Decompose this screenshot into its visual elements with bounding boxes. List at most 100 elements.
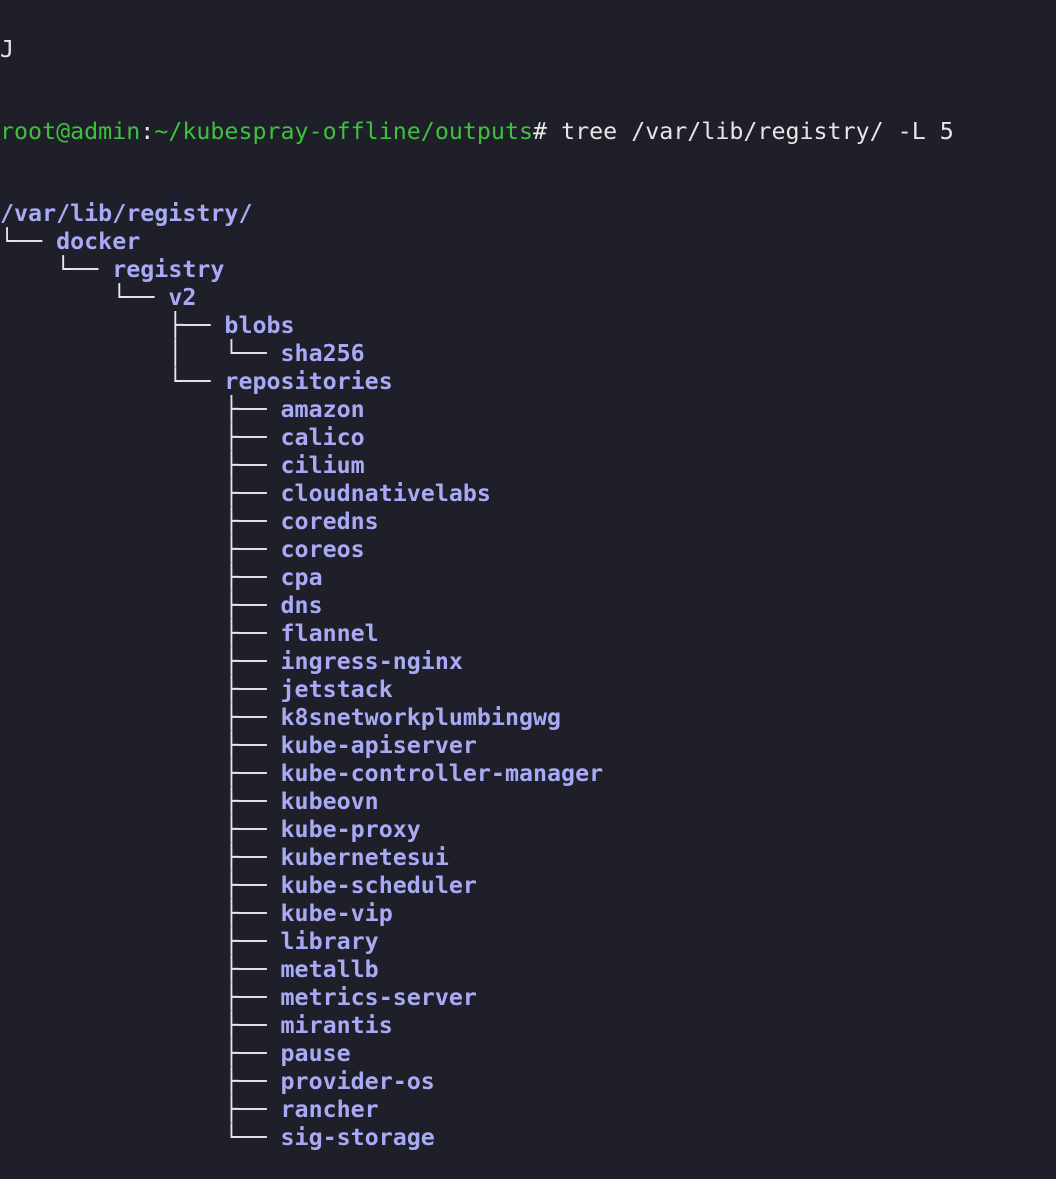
tree-line: ├── ingress-nginx <box>0 648 1056 676</box>
tree-line: ├── cpa <box>0 564 1056 592</box>
directory-name: docker <box>56 228 141 255</box>
directory-name: coreos <box>280 536 365 563</box>
directory-name: kube-scheduler <box>280 872 477 899</box>
tree-branch: ├── <box>0 396 281 423</box>
tree-line: ├── kube-controller-manager <box>0 760 1056 788</box>
directory-name: blobs <box>224 312 295 339</box>
tree-branch: └── <box>0 1124 281 1151</box>
tree-branch: ├── <box>0 564 281 591</box>
directory-name: registry <box>112 256 225 283</box>
tree-branch: ├── <box>0 536 281 563</box>
tree-branch: ├── <box>0 900 281 927</box>
tree-line: ├── cloudnativelabs <box>0 480 1056 508</box>
tree-line: ├── blobs <box>0 312 1056 340</box>
tree-line: └── v2 <box>0 284 1056 312</box>
tree-branch: └── <box>0 256 113 283</box>
tree-branch: ├── <box>0 312 225 339</box>
tree-branch: ├── <box>0 1096 281 1123</box>
directory-name: cilium <box>280 452 365 479</box>
tree-branch: └── <box>0 284 169 311</box>
prompt-path: ~/kubespray-offline/outputs <box>154 118 533 145</box>
directory-name: sig-storage <box>280 1124 435 1151</box>
directory-name: calico <box>280 424 365 451</box>
directory-name: flannel <box>280 620 379 647</box>
directory-name: jetstack <box>280 676 393 703</box>
directory-name: kube-controller-manager <box>280 760 604 787</box>
tree-branch: ├── <box>0 1068 281 1095</box>
directory-name: v2 <box>168 284 197 311</box>
directory-name: pause <box>280 1040 351 1067</box>
tree-line: ├── metrics-server <box>0 984 1056 1012</box>
directory-name: mirantis <box>280 1012 393 1039</box>
tree-branch: ├── <box>0 956 281 983</box>
directory-name: sha256 <box>280 340 365 367</box>
tree-line: ├── kube-proxy <box>0 816 1056 844</box>
directory-name: kube-proxy <box>280 816 421 843</box>
directory-name: k8snetworkplumbingwg <box>280 704 562 731</box>
tree-line: └── registry <box>0 256 1056 284</box>
prompt-user-host: root@admin <box>0 118 141 145</box>
tree-line: └── repositories <box>0 368 1056 396</box>
tree-branch: ├── <box>0 732 281 759</box>
directory-name: /var/lib/registry/ <box>0 200 253 227</box>
tree-branch: ├── <box>0 844 281 871</box>
tree-branch: ├── <box>0 1012 281 1039</box>
directory-name: rancher <box>280 1096 379 1123</box>
directory-name: kube-vip <box>280 900 393 927</box>
tree-line: ├── mirantis <box>0 1012 1056 1040</box>
tree-line: ├── amazon <box>0 396 1056 424</box>
tree-branch: ├── <box>0 788 281 815</box>
directory-name: coredns <box>280 508 379 535</box>
tree-branch: ├── <box>0 508 281 535</box>
tree-branch: ├── <box>0 872 281 899</box>
command-text: tree /var/lib/registry/ -L 5 <box>561 118 954 145</box>
tree-output: /var/lib/registry/└── docker └── registr… <box>0 200 1056 1152</box>
tree-line: ├── pause <box>0 1040 1056 1068</box>
previous-output-line: J <box>0 36 1056 64</box>
tree-line: ├── provider-os <box>0 1068 1056 1096</box>
tree-branch: ├── <box>0 648 281 675</box>
directory-name: amazon <box>280 396 365 423</box>
tree-line: ├── dns <box>0 592 1056 620</box>
tree-line: └── docker <box>0 228 1056 256</box>
tree-branch: ├── <box>0 452 281 479</box>
command-line: root@admin:~/kubespray-offline/outputs# … <box>0 118 1056 146</box>
directory-name: provider-os <box>280 1068 435 1095</box>
directory-name: library <box>280 928 379 955</box>
tree-line: ├── metallb <box>0 956 1056 984</box>
tree-line: ├── jetstack <box>0 676 1056 704</box>
terminal-output[interactable]: J root@admin:~/kubespray-offline/outputs… <box>0 0 1056 1179</box>
tree-branch: ├── <box>0 704 281 731</box>
tree-branch: ├── <box>0 760 281 787</box>
directory-name: repositories <box>224 368 393 395</box>
tree-branch: ├── <box>0 592 281 619</box>
prompt-colon: : <box>140 118 155 145</box>
tree-line: ├── coredns <box>0 508 1056 536</box>
tree-branch: ├── <box>0 480 281 507</box>
tree-line: ├── calico <box>0 424 1056 452</box>
tree-line: /var/lib/registry/ <box>0 200 1056 228</box>
tree-line: ├── rancher <box>0 1096 1056 1124</box>
tree-line: ├── kube-vip <box>0 900 1056 928</box>
tree-branch: ├── <box>0 816 281 843</box>
tree-line: ├── kubeovn <box>0 788 1056 816</box>
tree-line: ├── cilium <box>0 452 1056 480</box>
directory-name: kubeovn <box>280 788 379 815</box>
directory-name: ingress-nginx <box>280 648 463 675</box>
directory-name: dns <box>280 592 323 619</box>
tree-branch: └── <box>0 368 225 395</box>
tree-branch: ├── <box>0 676 281 703</box>
tree-line: └── sig-storage <box>0 1124 1056 1152</box>
directory-name: cloudnativelabs <box>280 480 491 507</box>
tree-line: ├── library <box>0 928 1056 956</box>
tree-branch: ├── <box>0 984 281 1011</box>
tree-branch: │ └── <box>0 340 281 367</box>
directory-name: kubernetesui <box>280 844 449 871</box>
tree-branch: ├── <box>0 620 281 647</box>
tree-line: │ └── sha256 <box>0 340 1056 368</box>
directory-name: kube-apiserver <box>280 732 477 759</box>
previous-line-fragment: J <box>0 36 15 63</box>
tree-branch: ├── <box>0 1040 281 1067</box>
directory-name: metrics-server <box>280 984 477 1011</box>
directory-name: metallb <box>280 956 379 983</box>
